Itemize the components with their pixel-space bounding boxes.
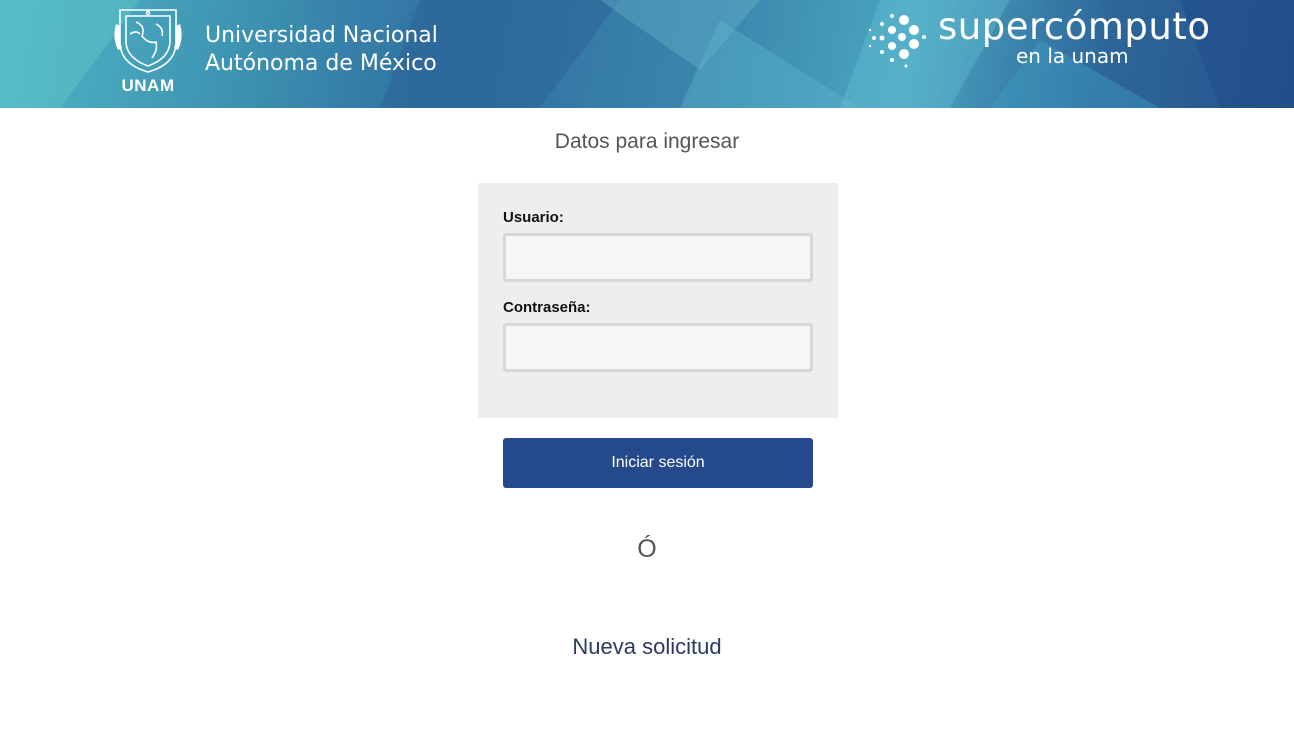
login-button[interactable]: Iniciar sesión: [503, 438, 813, 488]
university-name[interactable]: Universidad Nacional Autónoma de México: [205, 22, 438, 78]
unam-crest-icon: [114, 9, 182, 73]
username-label: Usuario:: [503, 209, 564, 226]
password-label: Contraseña:: [503, 299, 591, 316]
supercomputo-logo[interactable]: supercómputo en la unam: [866, 4, 1236, 74]
new-request-container: Nueva solicitud: [0, 632, 1294, 662]
page-title: Datos para ingresar: [554, 130, 740, 153]
password-input[interactable]: [503, 323, 813, 372]
site-header: UNAM Universidad Nacional Autónoma de Mé…: [0, 0, 1294, 108]
unam-acronym: UNAM: [121, 76, 175, 95]
or-separator: Ó: [637, 535, 657, 563]
university-name-line1: Universidad Nacional: [205, 23, 438, 48]
new-request-link[interactable]: Nueva solicitud: [572, 634, 721, 659]
unam-logo[interactable]: UNAM: [112, 4, 184, 100]
university-name-line2: Autónoma de México: [205, 51, 437, 76]
login-form: Usuario: Contraseña:: [478, 183, 838, 418]
username-input[interactable]: [503, 233, 813, 282]
supercomputo-dots-icon: [868, 14, 926, 68]
supercomputo-subtitle: en la unam: [1016, 44, 1129, 68]
